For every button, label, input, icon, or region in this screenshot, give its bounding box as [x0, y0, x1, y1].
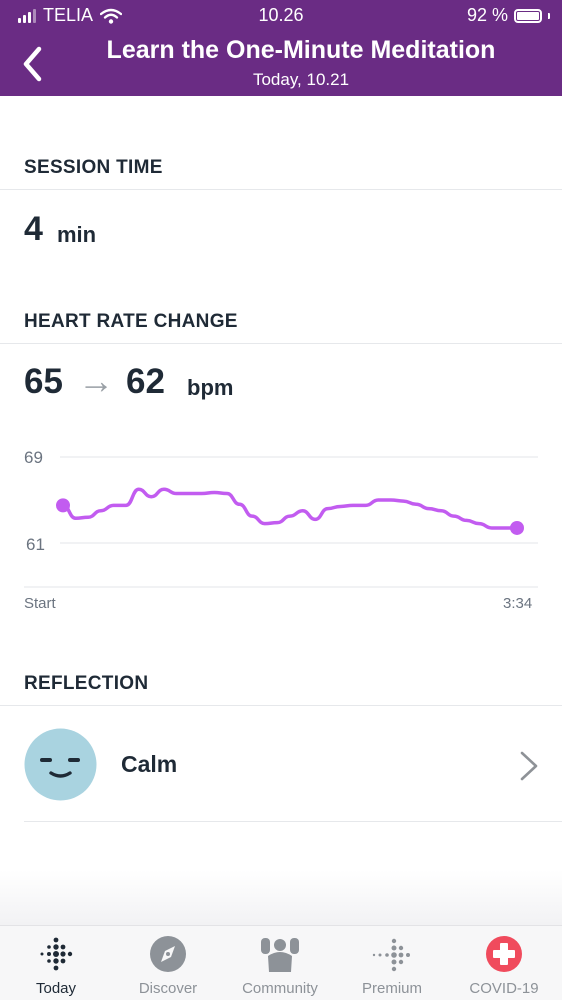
calm-face-icon: [24, 728, 97, 801]
tab-today[interactable]: Today: [0, 926, 112, 1000]
heart-rate-unit: bpm: [187, 375, 234, 400]
heart-rate-heading: HEART RATE CHANGE: [24, 311, 238, 332]
arrow-right-icon: →: [78, 360, 114, 401]
bottom-fade: [0, 870, 562, 925]
divider: [0, 343, 562, 344]
tab-discover[interactable]: Discover: [112, 926, 224, 1000]
premium-dots-icon: [372, 938, 410, 972]
status-bar: TELIA 10.26 92 %: [0, 0, 562, 30]
fitbit-dots-icon: [40, 937, 73, 971]
x-label-end: 3:34: [503, 595, 533, 612]
divider: [24, 821, 562, 822]
session-time-unit: min: [57, 222, 97, 247]
tab-label: Premium: [361, 980, 422, 997]
heart-rate-end: 62: [126, 362, 165, 401]
app-header: Learn the One-Minute Meditation Today, 1…: [0, 30, 562, 96]
reflection-heading: REFLECTION: [24, 673, 149, 694]
session-time-value: 4: [24, 210, 43, 248]
tab-label: COVID-19: [469, 980, 539, 997]
page-subtitle: Today, 10.21: [252, 70, 350, 89]
divider: [0, 189, 562, 190]
heart-rate-line: [61, 487, 519, 530]
tab-bar: Today Discover Community Premium COVID-1…: [0, 925, 562, 1000]
mood-label: Calm: [121, 751, 178, 777]
battery-percent: 92 %: [466, 5, 508, 25]
tab-label: Today: [35, 980, 77, 997]
covid-cross-icon: [486, 936, 522, 972]
tab-label: Community: [242, 980, 318, 997]
session-time-heading: SESSION TIME: [24, 157, 163, 178]
community-icon: [261, 938, 299, 972]
heart-rate-start: 65: [24, 362, 63, 401]
tab-community[interactable]: Community: [224, 926, 336, 1000]
battery-icon: [514, 8, 542, 23]
tab-premium[interactable]: Premium: [336, 926, 448, 1000]
heart-rate-chart: [24, 456, 538, 588]
x-label-start: Start: [24, 595, 56, 612]
end-point: [510, 520, 524, 535]
battery-group: 92 %: [467, 5, 550, 26]
chevron-right-icon[interactable]: [518, 750, 540, 782]
tab-label: Discover: [138, 980, 198, 997]
tab-covid-19[interactable]: COVID-19: [448, 926, 560, 1000]
start-point: [56, 498, 70, 513]
compass-icon: [150, 936, 186, 972]
page-title: Learn the One-Minute Meditation: [106, 36, 496, 64]
